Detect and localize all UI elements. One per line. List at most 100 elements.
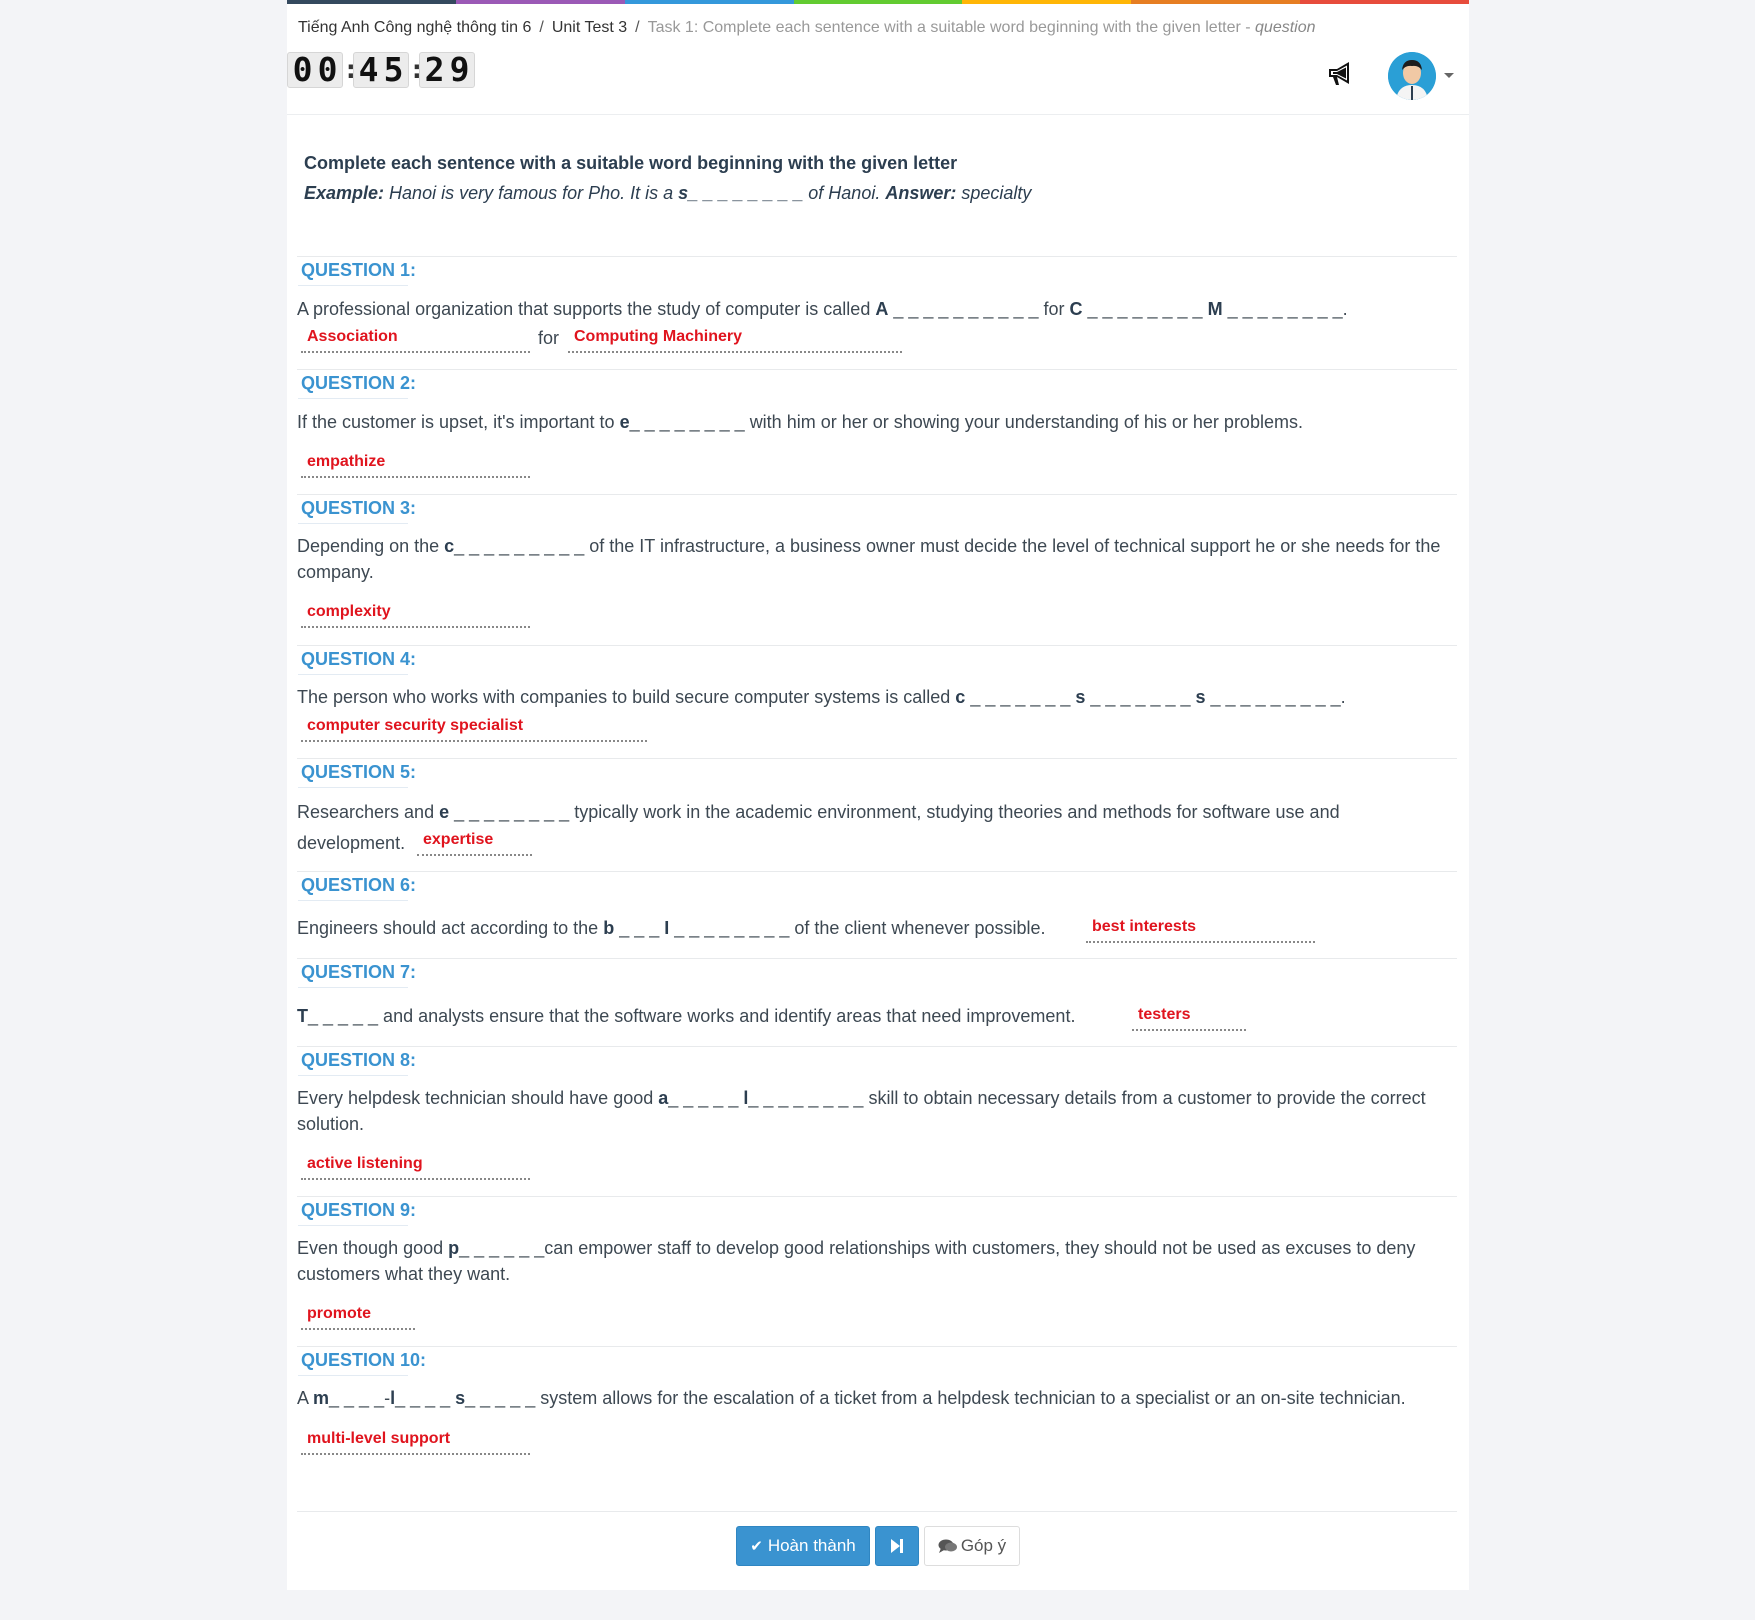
- answer-input[interactable]: multi-level support: [301, 1429, 530, 1455]
- finish-label: Hoàn thành: [767, 1536, 856, 1555]
- answer-input[interactable]: complexity: [301, 602, 530, 628]
- question-4-label: QUESTION 4:: [301, 649, 417, 669]
- question-2-label: QUESTION 2:: [301, 373, 417, 393]
- question-text-part: _ _ _ _ _ _ _: [965, 687, 1076, 707]
- timer-hours: 00: [287, 52, 343, 88]
- breadcrumb-task: Task 1: Complete each sentence with a su…: [647, 19, 1241, 36]
- chevron-down-icon[interactable]: [1444, 73, 1454, 78]
- example-label: Example:: [304, 183, 385, 203]
- timer-digit: 0: [317, 50, 338, 89]
- question-9-text: Even though good p_ _ _ _ _ _can empower…: [297, 1235, 1457, 1287]
- question-2-text: If the customer is upset, it's important…: [297, 409, 1457, 435]
- example-letter: s_ _ _ _ _ _ _ _: [678, 183, 804, 203]
- answer-input[interactable]: best interests: [1086, 917, 1315, 943]
- question-text-part: Even though good: [297, 1238, 449, 1258]
- hint-letter: T: [297, 1006, 308, 1026]
- question-4-text: The person who works with companies to b…: [297, 684, 1457, 710]
- question-text-part: The person who works with companies to b…: [297, 687, 956, 707]
- label-underline: [298, 987, 408, 988]
- question-divider: [297, 494, 1457, 495]
- question-divider: [297, 958, 1457, 959]
- instruction-example: Example: Hanoi is very famous for Pho. I…: [304, 183, 1444, 204]
- timer-digit: 0: [292, 50, 313, 89]
- connector-text: for: [538, 328, 560, 348]
- question-3-text: Depending on the c_ _ _ _ _ _ _ _ _ of t…: [297, 533, 1457, 585]
- question-divider: [297, 645, 1457, 646]
- color-strip-segment: [624, 0, 794, 4]
- answer-input[interactable]: Association: [301, 327, 530, 353]
- answer-input[interactable]: computer security specialist: [301, 716, 647, 742]
- breadcrumb-unit[interactable]: Unit Test 3: [552, 19, 627, 36]
- hint-letter: e: [619, 412, 630, 432]
- question-text-part: _ _ _ _: [395, 1388, 456, 1408]
- question-3-label: QUESTION 3:: [301, 498, 417, 518]
- skip-next-button[interactable]: [875, 1526, 919, 1566]
- color-strip-segment: [962, 0, 1132, 4]
- hint-letter: e: [439, 802, 450, 822]
- label-underline: [298, 523, 408, 524]
- question-divider: [297, 871, 1457, 872]
- question-1-label: QUESTION 1:: [301, 260, 417, 280]
- question-divider: [297, 1196, 1457, 1197]
- hint-letter: M: [1207, 299, 1223, 319]
- feedback-button[interactable]: Góp ý: [924, 1526, 1020, 1566]
- hint-letter: c: [955, 687, 966, 707]
- countdown-timer: 00 : 45 : 29: [287, 52, 475, 88]
- question-text-part: _ _ _ _ _ _ _ _ _ of the IT infrastructu…: [297, 536, 1441, 582]
- question-divider: [297, 1046, 1457, 1047]
- label-underline: [298, 900, 408, 901]
- example-text: Hanoi is very famous for Pho. It is a: [384, 183, 679, 203]
- question-text-part: _ _ _: [614, 918, 665, 938]
- answer-input[interactable]: empathize: [301, 452, 530, 478]
- user-avatar[interactable]: [1388, 52, 1436, 100]
- timer-digit: 9: [449, 50, 470, 89]
- hint-letter: b: [603, 918, 615, 938]
- timer-minutes: 45: [353, 52, 409, 88]
- skip-next-icon: [891, 1539, 903, 1553]
- color-strip-segment: [1300, 0, 1470, 4]
- hint-letter: s: [455, 1388, 466, 1408]
- answer-value: specialty: [956, 183, 1032, 203]
- answer-input[interactable]: promote: [301, 1304, 415, 1330]
- instructions: Complete each sentence with a suitable w…: [304, 153, 1444, 204]
- question-text-part: _ _ _ _ _ _ _ _ _.: [1205, 687, 1346, 707]
- question-text-part: _ _ _ _ _ and analysts ensure that the s…: [308, 1006, 1076, 1026]
- comment-icon: [938, 1539, 957, 1553]
- question-text-part: _ _ _ _ _ _ _: [1085, 687, 1196, 707]
- answer-input[interactable]: active listening: [301, 1154, 530, 1180]
- breadcrumb-type: question: [1255, 19, 1316, 36]
- label-underline: [298, 1225, 408, 1226]
- hint-letter: C: [1069, 299, 1083, 319]
- megaphone-icon[interactable]: [1325, 57, 1357, 89]
- question-7-label: QUESTION 7:: [301, 962, 417, 982]
- question-text-part: Engineers should act according to the: [297, 918, 604, 938]
- exam-page: Tiếng Anh Công nghệ thông tin 6 / Unit Tes…: [287, 0, 1470, 1590]
- answer-input[interactable]: Computing Machinery: [568, 327, 902, 353]
- breadcrumb-course[interactable]: Tiếng Anh Công nghệ thông tin 6: [298, 19, 531, 36]
- question-text-part: _ _ _ _ _ _ _ _ with him or her or showi…: [629, 412, 1303, 432]
- question-6-label: QUESTION 6:: [301, 875, 417, 895]
- color-strip-segment: [1131, 0, 1301, 4]
- hint-letter: s: [1195, 687, 1206, 707]
- breadcrumb-separator: /: [635, 19, 640, 36]
- color-strip-segment: [793, 0, 963, 4]
- question-text-part: A: [297, 1388, 314, 1408]
- question-divider: [297, 256, 1457, 257]
- answer-label: Answer:: [885, 183, 957, 203]
- question-divider: [297, 1346, 1457, 1347]
- question-8-label: QUESTION 8:: [301, 1050, 417, 1070]
- breadcrumb-current: Task 1: Complete each sentence with a su…: [648, 19, 1316, 36]
- question-divider: [297, 369, 1457, 370]
- breadcrumb-dash: -: [1240, 19, 1256, 36]
- answer-input[interactable]: expertise: [417, 830, 532, 856]
- question-text-part: _ _ _ _ _ _ _ _: [1082, 299, 1208, 319]
- question-text-part: _ _ _ _ _ _ _ _ of the client whenever p…: [669, 918, 1046, 938]
- question-10-label: QUESTION 10:: [301, 1350, 427, 1370]
- question-text-part: _ _ _ _ _ _ _ _ _ _ for: [888, 299, 1070, 319]
- breadcrumb-separator: /: [539, 19, 544, 36]
- answer-input[interactable]: testers: [1132, 1005, 1246, 1031]
- finish-button[interactable]: ✔ Hoàn thành: [736, 1526, 870, 1566]
- label-underline: [298, 1075, 408, 1076]
- timer-colon: :: [409, 55, 425, 85]
- hint-letter: a: [658, 1088, 669, 1108]
